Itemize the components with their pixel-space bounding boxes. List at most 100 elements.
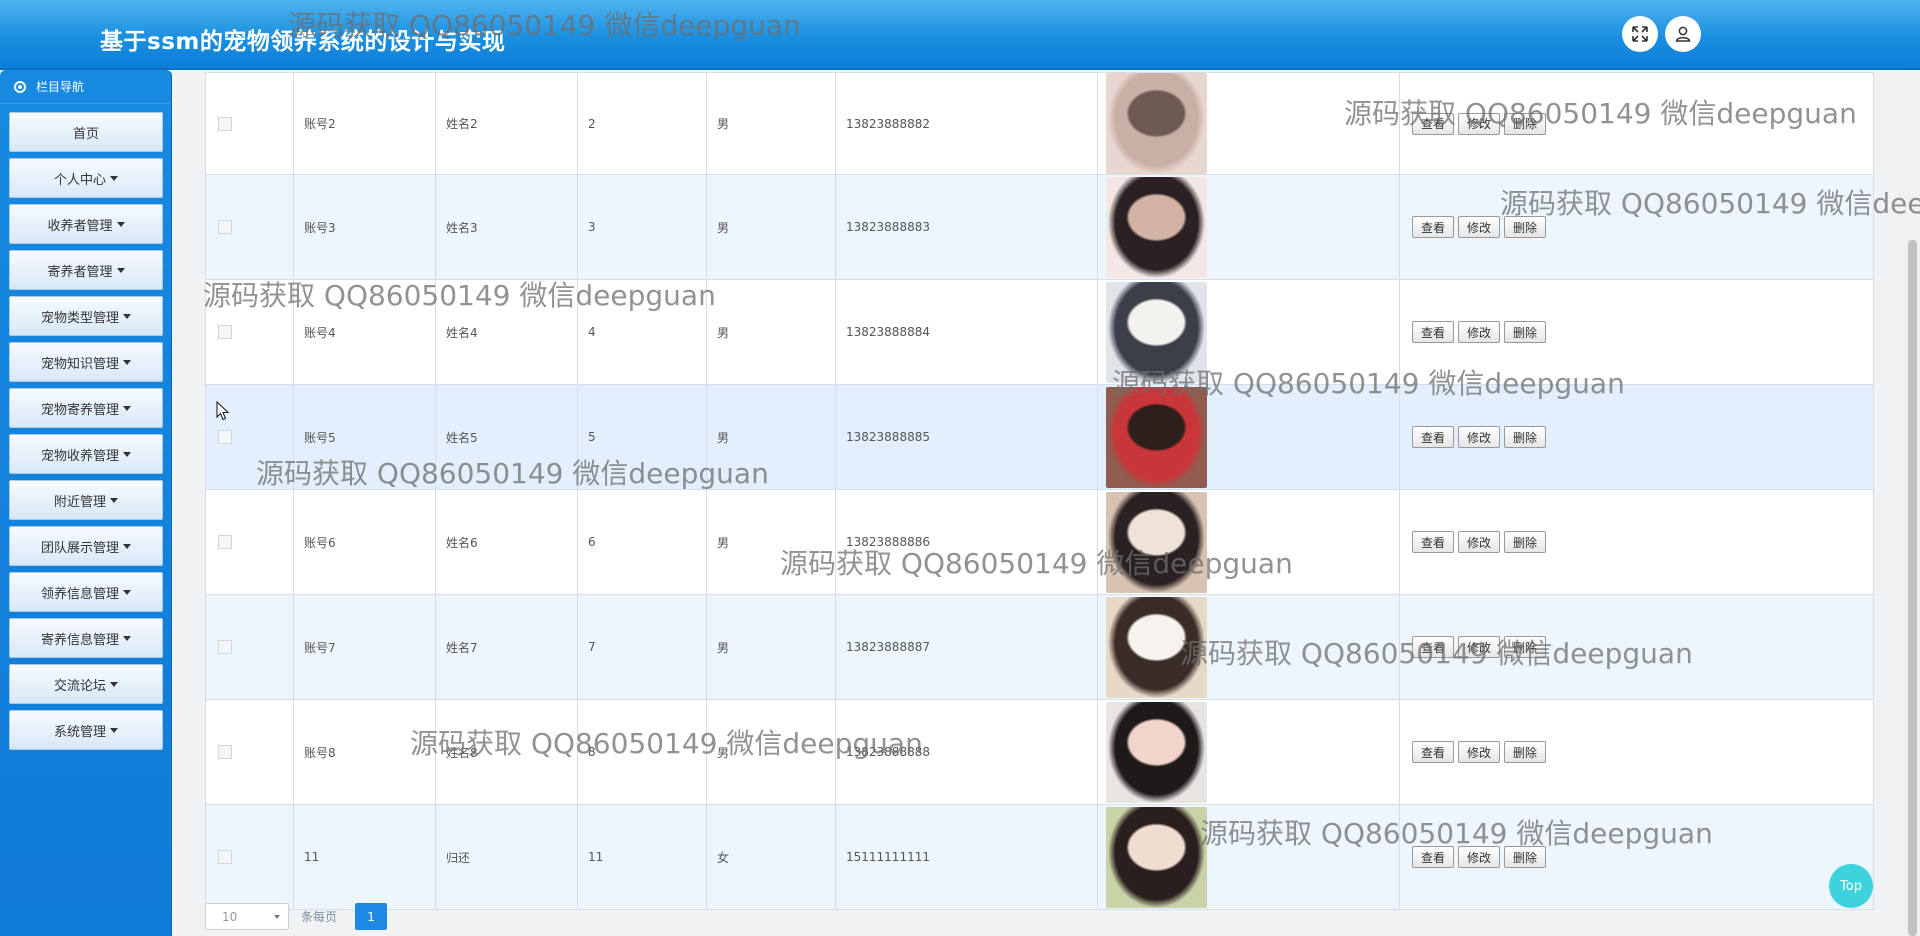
edit-button[interactable]: 修改: [1458, 216, 1501, 238]
sidebar-item-label: 宠物类型管理: [40, 310, 119, 326]
sidebar-item[interactable]: 系统管理: [9, 710, 163, 750]
edit-button[interactable]: 修改: [1458, 636, 1501, 658]
delete-button[interactable]: 删除: [1504, 426, 1547, 448]
sidebar-item[interactable]: 交流论坛: [9, 664, 163, 704]
sidebar-item[interactable]: 附近管理: [9, 480, 163, 520]
row-checkbox[interactable]: [218, 325, 232, 339]
view-button[interactable]: 查看: [1412, 741, 1455, 763]
caret-down-icon: [123, 451, 131, 457]
fullscreen-button[interactable]: [1622, 16, 1658, 52]
sidebar-item[interactable]: 寄养者管理: [9, 250, 163, 290]
sidebar-menu: 首页个人中心收养者管理寄养者管理宠物类型管理宠物知识管理 宠物寄养管理 宠物收养管理…: [0, 104, 171, 750]
sidebar-heading-label: 栏目导航: [36, 80, 85, 94]
sidebar-item[interactable]: 团队展示管理: [9, 526, 163, 566]
edit-button[interactable]: 修改: [1458, 426, 1501, 448]
delete-button[interactable]: 删除: [1504, 846, 1547, 868]
action-buttons: 查看 修改 删除: [1410, 426, 1873, 448]
row-checkbox[interactable]: [218, 220, 232, 234]
edit-button[interactable]: 修改: [1458, 112, 1501, 135]
sidebar-item-label: 寄养者管理: [47, 264, 113, 280]
sidebar-item[interactable]: 收养者管理: [9, 204, 163, 244]
cell-name: 归还: [435, 804, 578, 910]
photo-cell: [1097, 594, 1400, 700]
caret-down-icon: [116, 267, 125, 273]
sidebar-heading: 栏目导航: [0, 70, 171, 104]
caret-down-icon: [110, 175, 118, 181]
scrollbar[interactable]: [1905, 70, 1920, 936]
edit-button[interactable]: 修改: [1458, 321, 1501, 343]
actions-cell: 查看 修改 删除: [1399, 72, 1874, 175]
action-buttons: 查看 修改 删除: [1410, 531, 1873, 553]
cell-age: 3: [577, 174, 707, 280]
cell-account: 账号7: [293, 594, 436, 700]
back-to-top-button[interactable]: Top: [1829, 864, 1873, 908]
cell-name: 姓名5: [435, 384, 578, 490]
page-size-value: 10: [222, 909, 238, 924]
edit-button[interactable]: 修改: [1458, 846, 1501, 868]
fullscreen-icon: [1632, 26, 1648, 42]
scrollbar-thumb[interactable]: [1908, 240, 1917, 936]
delete-button[interactable]: 删除: [1504, 216, 1547, 238]
sidebar-item[interactable]: 宠物寄养管理: [9, 388, 163, 428]
table-row: 账号6 姓名6 6 男 13823888886 查看 修改 删除: [205, 489, 1874, 595]
delete-button[interactable]: 删除: [1504, 321, 1547, 343]
edit-button[interactable]: 修改: [1458, 741, 1501, 763]
delete-button[interactable]: 删除: [1504, 741, 1547, 763]
delete-button[interactable]: 删除: [1504, 636, 1547, 658]
avatar-photo: [1106, 73, 1207, 174]
avatar-photo: [1106, 176, 1207, 278]
table-row: 账号2 姓名2 2 男 13823888882 查看 修改 删除: [205, 72, 1874, 175]
view-button[interactable]: 查看: [1412, 636, 1455, 658]
sidebar-item[interactable]: 宠物收养管理: [9, 434, 163, 474]
view-button[interactable]: 查看: [1412, 531, 1455, 553]
page-number-button[interactable]: 1: [355, 903, 388, 930]
view-button[interactable]: 查看: [1412, 321, 1455, 343]
sidebar-item-label: 附近管理: [53, 494, 106, 510]
sidebar-item[interactable]: 宠物类型管理: [9, 296, 163, 336]
actions-cell: 查看 修改 删除: [1399, 489, 1874, 595]
view-button[interactable]: 查看: [1412, 846, 1455, 868]
page-size-select[interactable]: 10: [205, 903, 289, 930]
row-checkbox[interactable]: [218, 745, 232, 759]
cell-phone: 15111111111: [835, 804, 1098, 910]
row-checkbox[interactable]: [218, 430, 232, 444]
cell-gender: 男: [706, 384, 836, 490]
cell-account: 11: [293, 804, 436, 910]
view-button[interactable]: 查看: [1412, 216, 1455, 238]
sidebar-item[interactable]: 首页: [9, 112, 163, 152]
cell-name: 姓名6: [435, 489, 578, 595]
action-buttons: 查看 修改 删除: [1410, 112, 1873, 135]
sidebar-item-label: 系统管理: [53, 724, 106, 740]
row-checkbox[interactable]: [218, 535, 232, 549]
caret-down-icon: [123, 313, 131, 319]
row-checkbox[interactable]: [218, 850, 232, 864]
checkbox-cell: [205, 174, 294, 280]
avatar-photo: [1106, 281, 1207, 383]
sidebar-item-label: 交流论坛: [53, 678, 106, 694]
actions-cell: 查看 修改 删除: [1399, 174, 1874, 280]
view-button[interactable]: 查看: [1412, 426, 1455, 448]
sidebar-item[interactable]: 个人中心: [9, 158, 163, 198]
photo-cell: [1097, 804, 1400, 910]
action-buttons: 查看 修改 删除: [1410, 846, 1873, 868]
delete-button[interactable]: 删除: [1504, 531, 1547, 553]
action-buttons: 查看 修改 删除: [1410, 321, 1873, 343]
row-checkbox[interactable]: [218, 640, 232, 654]
cell-name: 姓名2: [435, 72, 578, 175]
actions-cell: 查看 修改 删除: [1399, 594, 1874, 700]
view-button[interactable]: 查看: [1412, 112, 1455, 135]
row-checkbox[interactable]: [218, 116, 232, 131]
user-button[interactable]: [1665, 16, 1701, 52]
sidebar-item-label: 寄养信息管理: [40, 632, 119, 648]
pagination: 10 条每页 1: [205, 903, 388, 930]
cell-gender: 男: [706, 174, 836, 280]
avatar-photo: [1106, 701, 1207, 803]
sidebar-item[interactable]: 寄养信息管理: [9, 618, 163, 658]
sidebar-item[interactable]: 领养信息管理: [9, 572, 163, 612]
sidebar-item[interactable]: 宠物知识管理: [9, 342, 163, 382]
photo-cell: [1097, 489, 1400, 595]
chevron-down-icon: [274, 914, 280, 919]
edit-button[interactable]: 修改: [1458, 531, 1501, 553]
delete-button[interactable]: 删除: [1504, 112, 1547, 135]
cell-phone: 13823888888: [835, 699, 1098, 805]
